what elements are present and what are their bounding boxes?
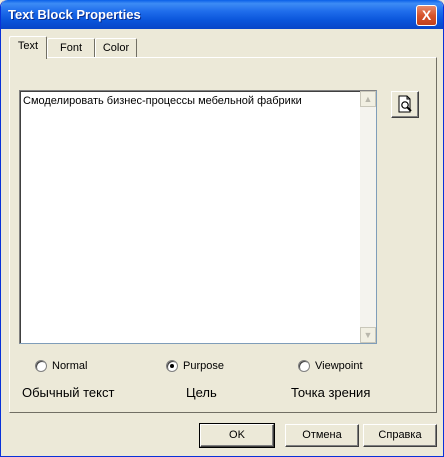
close-button[interactable]: X bbox=[416, 5, 437, 26]
text-content-value: Смоделировать бизнес-процессы мебельной … bbox=[23, 95, 302, 107]
ok-button-label: OK bbox=[229, 429, 245, 441]
tab-text-label: Text bbox=[17, 40, 39, 52]
dialog-window: Text Block Properties X Text Font Color … bbox=[0, 0, 444, 457]
radio-viewpoint-button[interactable] bbox=[298, 360, 310, 372]
radio-normal-label: Normal bbox=[52, 360, 88, 372]
magnifier-document-icon bbox=[398, 95, 412, 113]
ok-button[interactable]: OK bbox=[199, 423, 275, 448]
caption-viewpoint: Точка зрения bbox=[291, 385, 371, 400]
close-icon: X bbox=[421, 7, 432, 23]
tab-text[interactable]: Text bbox=[9, 36, 47, 59]
scroll-up-button[interactable]: ▲ bbox=[360, 91, 376, 107]
tab-color[interactable]: Color bbox=[95, 38, 137, 58]
tab-color-label: Color bbox=[102, 42, 130, 54]
tab-font-label: Font bbox=[59, 42, 82, 54]
help-button-label: Справка bbox=[378, 429, 422, 441]
caption-purpose: Цель bbox=[186, 385, 217, 400]
window-title: Text Block Properties bbox=[8, 7, 141, 22]
cancel-button[interactable]: Отмена bbox=[285, 424, 359, 447]
scroll-down-icon: ▼ bbox=[363, 330, 373, 340]
text-content-field[interactable]: Смоделировать бизнес-процессы мебельной … bbox=[19, 90, 377, 344]
cancel-button-label: Отмена bbox=[302, 429, 342, 441]
scroll-up-icon: ▲ bbox=[363, 94, 373, 104]
caption-normal: Обычный текст bbox=[22, 385, 115, 400]
preview-button[interactable] bbox=[391, 91, 419, 118]
tab-font[interactable]: Font bbox=[47, 38, 95, 58]
radio-purpose-button[interactable] bbox=[166, 360, 178, 372]
scroll-down-button[interactable]: ▼ bbox=[360, 327, 376, 343]
help-button[interactable]: Справка bbox=[363, 424, 437, 447]
radio-purpose-label: Purpose bbox=[183, 360, 224, 372]
title-bar[interactable]: Text Block Properties X bbox=[1, 0, 443, 29]
radio-viewpoint-label: Viewpoint bbox=[315, 360, 363, 372]
radio-normal-button[interactable] bbox=[35, 360, 47, 372]
vertical-scrollbar[interactable]: ▲ ▼ bbox=[360, 91, 376, 343]
radio-selected-dot bbox=[170, 364, 174, 368]
